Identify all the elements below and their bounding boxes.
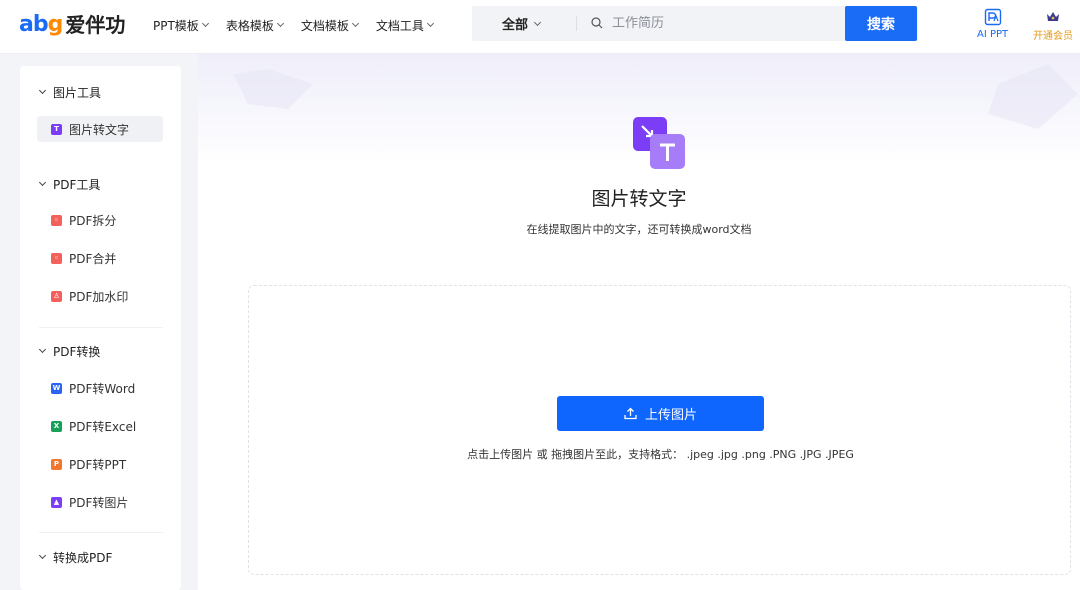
top-header: abg 爱伴功 PPT模板 表格模板 文档模板 文档工具 全部 搜索 AI PP… [0, 0, 1080, 54]
upload-button-label: 上传图片 [644, 408, 697, 423]
tools-sidebar: 图片工具 T 图片转文字 PDF工具 ◦ PDF拆分 ◦ PDF合并 ♙ PDF… [20, 66, 181, 590]
sidebar-group-label: 图片工具 [53, 86, 102, 100]
sidebar-item-pdf-to-excel[interactable]: X PDF转Excel [37, 413, 163, 439]
sidebar-item-pdf-merge[interactable]: ◦ PDF合并 [37, 245, 163, 271]
chevron-down-icon [201, 19, 209, 28]
search-input[interactable] [612, 6, 832, 41]
sidebar-item-pdf-split[interactable]: ◦ PDF拆分 [37, 207, 163, 233]
image-icon: ▲ [51, 496, 62, 508]
nav-doc-templates[interactable]: 文档模板 [300, 16, 359, 34]
image-to-text-icon: T [51, 123, 62, 135]
sidebar-item-label: PDF拆分 [69, 213, 117, 228]
image-to-text-hero-icon [633, 117, 685, 169]
chevron-down-icon [351, 19, 359, 28]
nav-doc-tools[interactable]: 文档工具 [375, 16, 434, 34]
sidebar-item-label: 图片转文字 [69, 122, 130, 137]
ppt-icon: P [51, 458, 62, 470]
page-title: 图片转文字 [591, 188, 687, 210]
nav-label: 文档模板 [300, 18, 349, 33]
upload-hint: 点击上传图片 或 拖拽图片至此，支持格式： .jpeg .jpg .png .P… [467, 448, 854, 461]
upload-image-button[interactable]: 上传图片 [557, 396, 764, 431]
chevron-down-icon [426, 19, 434, 28]
search-bar: 全部 搜索 [472, 6, 918, 41]
nav-sheet-templates[interactable]: 表格模板 [225, 16, 284, 34]
logo-mark: abg [19, 12, 63, 37]
search-category-label: 全部 [502, 18, 529, 33]
sidebar-item-image-to-text[interactable]: T 图片转文字 [37, 116, 163, 142]
pdf-watermark-icon: ♙ [51, 290, 62, 302]
sidebar-group-image-tools[interactable]: 图片工具 [38, 84, 101, 101]
sidebar-item-label: PDF转Word [69, 381, 136, 396]
upload-dropzone[interactable]: 上传图片 点击上传图片 或 拖拽图片至此，支持格式： .jpeg .jpg .p… [248, 285, 1071, 575]
nav-label: 表格模板 [225, 18, 274, 33]
decorative-shape-icon [233, 69, 313, 109]
word-icon: W [51, 382, 62, 394]
chevron-down-icon [38, 551, 47, 560]
sidebar-item-label: PDF转PPT [69, 457, 127, 472]
sidebar-item-label: PDF合并 [69, 251, 117, 266]
search-button[interactable]: 搜索 [845, 6, 917, 41]
page-subtitle: 在线提取图片中的文字，还可转换成word文档 [526, 223, 752, 236]
sidebar-item-pdf-to-ppt[interactable]: P PDF转PPT [37, 451, 163, 477]
decorative-shape-icon [988, 64, 1078, 129]
sidebar-group-label: PDF转换 [53, 345, 101, 359]
sidebar-item-pdf-to-word[interactable]: W PDF转Word [37, 375, 163, 401]
ai-ppt-icon [984, 8, 1001, 26]
chevron-down-icon [533, 18, 542, 26]
sidebar-group-label: 转换成PDF [53, 551, 113, 565]
pdf-merge-icon: ◦ [51, 252, 62, 264]
search-category-select[interactable]: 全部 [502, 6, 542, 41]
sidebar-group-pdf-tools[interactable]: PDF工具 [38, 176, 100, 193]
crown-icon [1047, 12, 1059, 21]
sidebar-group-pdf-convert[interactable]: PDF转换 [38, 343, 100, 360]
sidebar-divider [39, 532, 163, 533]
ai-ppt-label: AI PPT [977, 29, 1009, 40]
sidebar-item-pdf-watermark[interactable]: ♙ PDF加水印 [37, 283, 163, 309]
chevron-down-icon [38, 86, 47, 95]
sidebar-divider [39, 327, 163, 328]
pdf-split-icon: ◦ [51, 214, 62, 226]
main-nav: PPT模板 表格模板 文档模板 文档工具 [153, 16, 451, 34]
sidebar-group-label: PDF工具 [53, 178, 101, 192]
chevron-down-icon [38, 345, 47, 354]
logo-text: 爱伴功 [65, 13, 126, 37]
chevron-down-icon [38, 178, 47, 187]
sidebar-group-convert-to-pdf[interactable]: 转换成PDF [38, 549, 112, 566]
chevron-down-icon [276, 19, 284, 28]
nav-ppt-templates[interactable]: PPT模板 [153, 16, 209, 34]
excel-icon: X [51, 420, 62, 432]
site-logo[interactable]: abg 爱伴功 [19, 10, 125, 40]
search-icon [591, 17, 603, 29]
search-divider [576, 16, 577, 31]
sidebar-item-label: PDF转Excel [69, 419, 137, 434]
main-panel: 图片转文字 在线提取图片中的文字，还可转换成word文档 上传图片 点击上传图片… [198, 54, 1080, 590]
sidebar-item-label: PDF转图片 [69, 495, 129, 510]
ai-ppt-button[interactable]: AI PPT [977, 8, 1008, 40]
vip-button[interactable]: 开通会员 [1033, 10, 1073, 42]
vip-label: 开通会员 [1033, 31, 1073, 42]
nav-label: PPT模板 [153, 18, 199, 33]
sidebar-item-pdf-to-image[interactable]: ▲ PDF转图片 [37, 489, 163, 515]
sidebar-item-label: PDF加水印 [69, 289, 129, 304]
upload-icon [624, 407, 637, 420]
nav-label: 文档工具 [375, 18, 424, 33]
